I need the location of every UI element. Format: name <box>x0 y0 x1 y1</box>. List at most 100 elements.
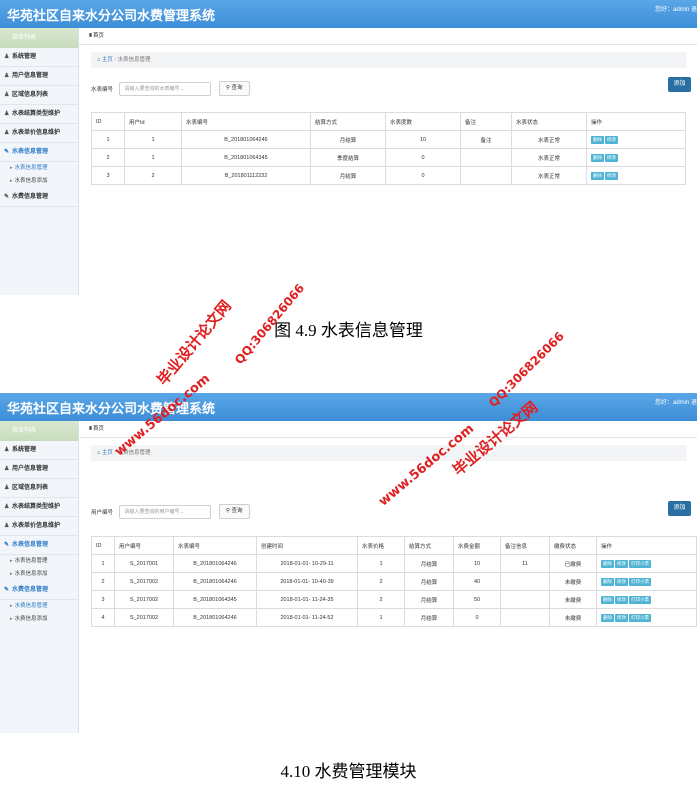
delete-button[interactable]: 删除 <box>601 595 614 604</box>
table-cell: B_201801064345 <box>173 590 257 609</box>
home-icon: ⌂ <box>97 57 101 63</box>
delete-button[interactable]: 删除 <box>591 135 604 144</box>
sidebar: 菜单列表 ♟ 系统管理 ♟ 用户信息管理 ♟ 区域信息列表 ♟ 水表结算类型维护 ♟ 水表… <box>0 421 79 733</box>
edit-button[interactable]: 修改 <box>605 135 618 144</box>
delete-button[interactable]: 删除 <box>591 171 604 180</box>
menu-item-settlement-types[interactable]: ♟ 水表结算类型维护 <box>0 498 78 517</box>
tab-home[interactable]: ♜首页 <box>79 28 697 45</box>
delete-button[interactable]: 删除 <box>601 559 614 568</box>
home-icon: ⌂ <box>97 450 101 456</box>
table-row: 1 S_2017001 B_201801064246 2018-01-01- 10-2… <box>91 554 697 573</box>
col-header: 水表编号 <box>181 112 311 131</box>
user-icon: ♟ <box>4 130 10 136</box>
menu-item-regions[interactable]: ♟ 区域信息列表 <box>0 86 78 105</box>
tab-home[interactable]: ♜首页 <box>79 421 697 438</box>
submenu-meter-add[interactable]: 水表信息添加 <box>0 568 78 581</box>
menu-item-meter-info[interactable]: ✎ 水表信息管理 <box>0 143 78 162</box>
menu-item-system[interactable]: ♟ 系统管理 <box>0 441 78 460</box>
print-receipt-button[interactable]: 打印小票 <box>629 613 651 622</box>
table-header-row: ID 用户编号 水表编号 创建时间 水表价格 结算方式 水费金额 备注信息 缴费… <box>91 536 697 555</box>
query-button[interactable]: ⚲ 查询 <box>218 504 250 520</box>
table-cell: 2 <box>357 572 405 591</box>
edit-button[interactable]: 修改 <box>605 171 618 180</box>
watermark-name: 毕业设计论文网 <box>153 296 235 389</box>
table-cell: 10 <box>453 554 501 573</box>
col-header: 备注 <box>460 112 512 131</box>
edit-icon: ✎ <box>4 149 10 155</box>
table-cell: 2018-01-01- 11-24-52 <box>256 608 358 627</box>
table-row: 2 S_2017002 B_201801064246 2018-01-01- 10-4… <box>91 572 697 591</box>
submenu-fee-add[interactable]: 水费信息添加 <box>0 613 78 626</box>
table-cell: 1 <box>357 608 405 627</box>
search-input[interactable]: 请输入要查询的水表编号... <box>119 81 212 96</box>
add-button[interactable]: 添加 <box>668 77 691 92</box>
menu-item-fee-info[interactable]: ✎ 水费信息管理 <box>0 581 78 600</box>
edit-button[interactable]: 修改 <box>615 595 628 604</box>
col-header: 水表状态 <box>511 112 587 131</box>
submenu-fee-manage[interactable]: 水费信息管理 <box>0 600 78 613</box>
menu-item-system[interactable]: ♟ 系统管理 <box>0 48 78 67</box>
figure-caption-4-9: 图 4.9 水表信息管理 <box>274 321 423 340</box>
print-receipt-button[interactable]: 打印小票 <box>629 577 651 586</box>
user-icon: ♟ <box>4 523 10 529</box>
sidebar: 菜单列表 ♟ 系统管理 ♟ 用户信息管理 ♟ 区域信息列表 ♟ 水表结算类型维护 ♟ 水表… <box>0 28 79 295</box>
screenshot-fee-management: 华苑社区自来水分公司水费管理系统 您好：admin 退 菜单列表 ♟ 系统管理 ♟… <box>0 393 697 733</box>
edit-button[interactable]: 修改 <box>615 613 628 622</box>
table-cell: 2 <box>91 572 115 591</box>
table-cell: 月结算 <box>404 590 454 609</box>
col-header: ID <box>91 112 125 131</box>
menu-item-users[interactable]: ♟ 用户信息管理 <box>0 460 78 479</box>
table-cell: 1 <box>357 554 405 573</box>
table-cell: 40 <box>453 572 501 591</box>
col-header: 结算方式 <box>310 112 386 131</box>
search-label: 水表编号 <box>91 86 114 93</box>
main-content: ♜首页 ⌂ 主页 / 收费信息管理 用户编号 请输入要查询的用户编号... ⚲ … <box>79 421 697 733</box>
menu-item-settlement-types[interactable]: ♟ 水表结算类型维护 <box>0 105 78 124</box>
table-cell: 未缴费 <box>549 590 597 609</box>
menu-item-meter-info[interactable]: ✎ 水表信息管理 <box>0 536 78 555</box>
edit-button[interactable]: 修改 <box>615 559 628 568</box>
menu-item-fee-info[interactable]: ✎ 水费信息管理 <box>0 188 78 207</box>
search-label: 用户编号 <box>91 509 114 516</box>
menu-item-users[interactable]: ♟ 用户信息管理 <box>0 67 78 86</box>
table-cell-ops: 删除 修改 打印小票 <box>596 590 697 609</box>
submenu-meter-manage[interactable]: 水表信息管理 <box>0 555 78 568</box>
table-cell: 11 <box>500 554 550 573</box>
breadcrumb-home[interactable]: 主页 <box>102 57 113 63</box>
search-row: 水表编号 请输入要查询的水表编号... ⚲ 查询 <box>91 80 250 97</box>
breadcrumb-home[interactable]: 主页 <box>102 450 113 456</box>
table-cell: B_201801064246 <box>173 572 257 591</box>
menu-item-unit-price[interactable]: ♟ 水表单价信息维护 <box>0 124 78 143</box>
edit-icon: ✎ <box>4 587 10 593</box>
submenu-meter-manage[interactable]: 水表信息管理 <box>0 162 78 175</box>
edit-button[interactable]: 修改 <box>605 153 618 162</box>
user-greeting[interactable]: 您好：admin 退 <box>655 397 697 406</box>
menu-item-unit-price[interactable]: ♟ 水表单价信息维护 <box>0 517 78 536</box>
user-icon: ♟ <box>4 92 10 98</box>
figure-caption-4-10: 4.10 水费管理模块 <box>280 762 417 781</box>
user-greeting[interactable]: 您好：admin 退 <box>655 4 697 13</box>
search-icon: ⚲ <box>225 85 230 92</box>
menu-item-regions[interactable]: ♟ 区域信息列表 <box>0 479 78 498</box>
table-cell: 未缴费 <box>549 572 597 591</box>
table-cell: 2018-01-01- 10-29-11 <box>256 554 358 573</box>
screenshot-water-meter-management: 华苑社区自来水分公司水费管理系统 您好：admin 退 菜单列表 ♟ 系统管理 ♟… <box>0 0 697 295</box>
breadcrumb: ⌂ 主页 / 收费信息管理 <box>91 445 687 461</box>
query-button[interactable]: ⚲ 查询 <box>218 81 250 97</box>
user-icon: ♟ <box>4 504 10 510</box>
edit-button[interactable]: 修改 <box>615 577 628 586</box>
delete-button[interactable]: 删除 <box>601 613 614 622</box>
submenu-meter-add[interactable]: 水表信息添加 <box>0 175 78 188</box>
breadcrumb: ⌂ 主页 / 水表信息管理 <box>91 52 687 68</box>
add-button[interactable]: 添加 <box>668 501 691 516</box>
table-cell: 月结算 <box>404 572 454 591</box>
table-cell: 月结算 <box>404 554 454 573</box>
print-receipt-button[interactable]: 打印小票 <box>629 559 651 568</box>
col-header: 水表度数 <box>385 112 461 131</box>
table-cell: 2 <box>357 590 405 609</box>
delete-button[interactable]: 删除 <box>591 153 604 162</box>
delete-button[interactable]: 删除 <box>601 577 614 586</box>
table-cell <box>500 572 550 591</box>
search-input[interactable]: 请输入要查询的用户编号... <box>119 504 212 519</box>
print-receipt-button[interactable]: 打印小票 <box>629 595 651 604</box>
